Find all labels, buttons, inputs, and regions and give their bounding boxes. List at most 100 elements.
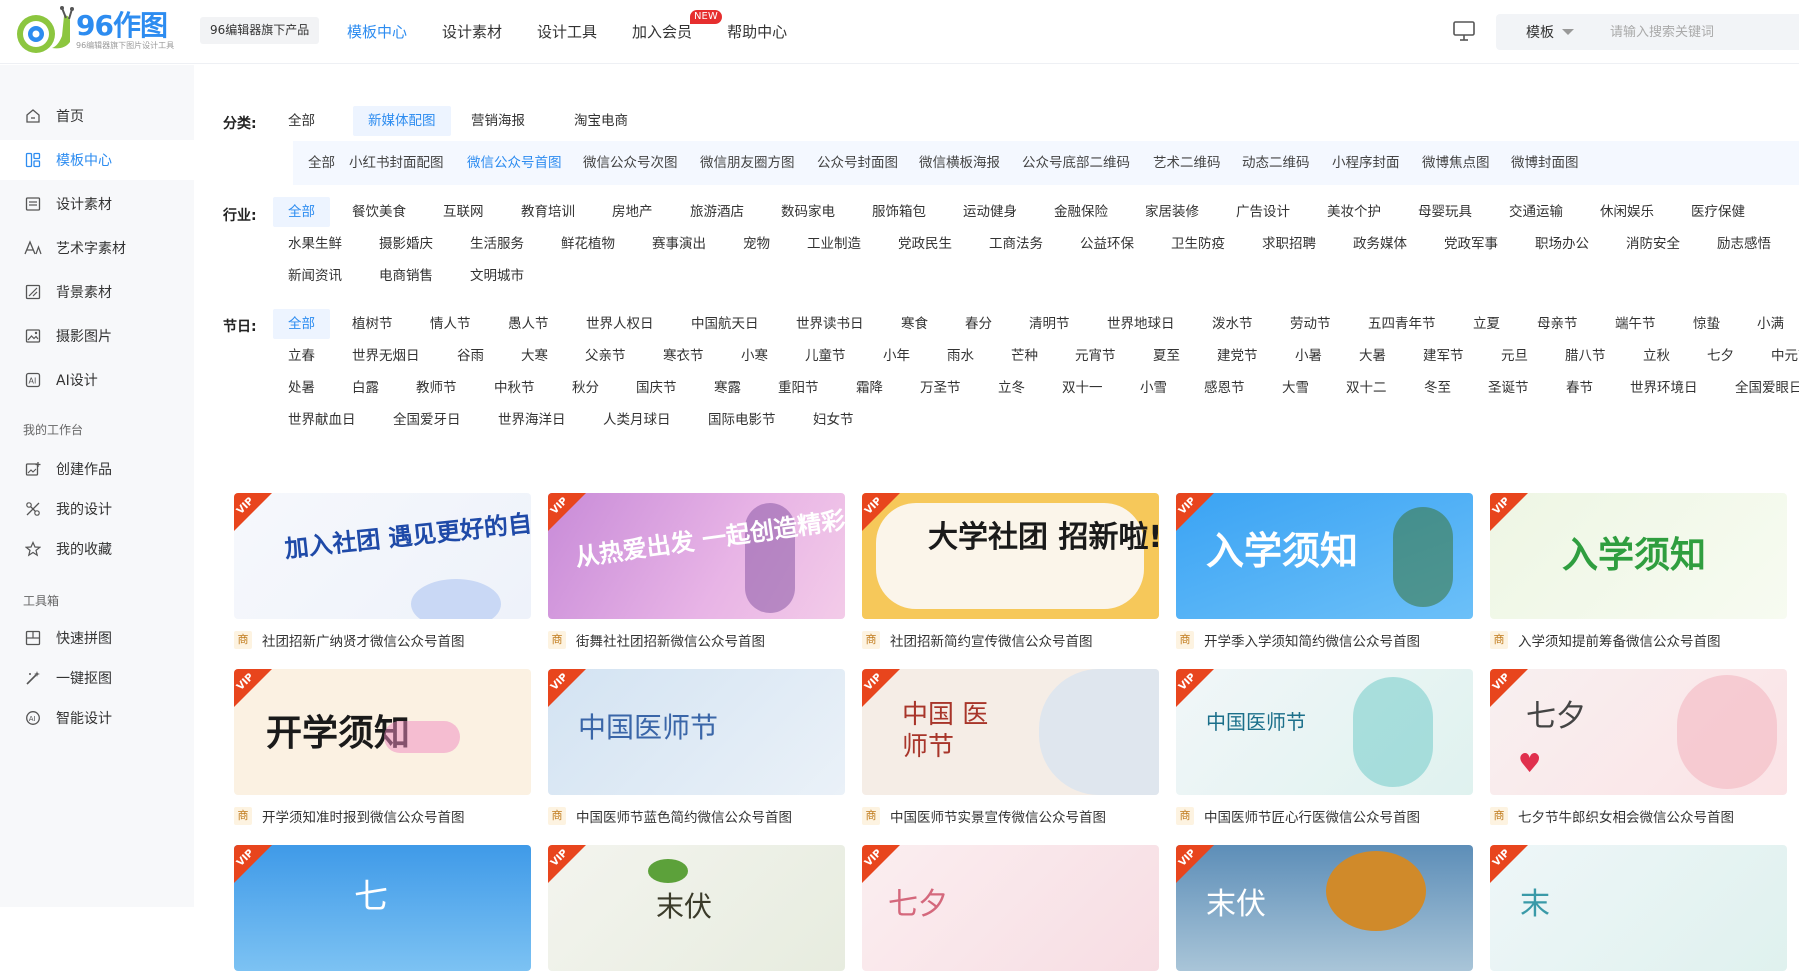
festival-chip[interactable]: 大寒 [506, 341, 563, 371]
festival-chip[interactable]: 霜降 [841, 373, 898, 403]
festival-chip[interactable]: 冬至 [1409, 373, 1466, 403]
template-thumbnail[interactable]: 加入社团 遇见更好的自己 VIP [234, 493, 531, 619]
festival-chip[interactable]: 处暑 [273, 373, 330, 403]
industry-chip[interactable]: 水果生鲜 [273, 229, 357, 259]
festival-chip[interactable]: 寒食 [886, 309, 943, 339]
template-thumbnail[interactable]: 末 VIP [1490, 845, 1787, 971]
industry-chip[interactable]: 电商销售 [364, 261, 448, 291]
sidebar-item-template-center[interactable]: 模板中心 [0, 140, 194, 180]
template-thumbnail[interactable]: 七夕 ♥ VIP [1490, 669, 1787, 795]
industry-chip[interactable]: 宠物 [728, 229, 785, 259]
festival-chip[interactable]: 五四青年节 [1353, 309, 1451, 339]
sidebar-item-smart-design[interactable]: AI 智能设计 [0, 698, 194, 738]
festival-chip[interactable]: 立冬 [983, 373, 1040, 403]
festival-chip[interactable]: 小寒 [726, 341, 783, 371]
industry-chip[interactable]: 教育培训 [506, 197, 590, 227]
festival-chip[interactable]: 春分 [950, 309, 1007, 339]
industry-chip[interactable]: 数码家电 [766, 197, 850, 227]
festival-chip[interactable]: 母亲节 [1522, 309, 1593, 339]
festival-chip[interactable]: 情人节 [415, 309, 486, 339]
sidebar-item-quick-collage[interactable]: 快速拼图 [0, 618, 194, 658]
subcategory-chip[interactable]: 艺术二维码 [1138, 141, 1236, 185]
festival-chip[interactable]: 中秋节 [479, 373, 550, 403]
festival-chip[interactable]: 愚人节 [493, 309, 564, 339]
industry-chip[interactable]: 消防安全 [1611, 229, 1695, 259]
industry-chip[interactable]: 房地产 [597, 197, 668, 227]
festival-chip[interactable]: 世界环境日 [1615, 373, 1713, 403]
industry-chip[interactable]: 文明城市 [455, 261, 539, 291]
industry-chip[interactable]: 服饰箱包 [857, 197, 941, 227]
industry-chip[interactable]: 医疗保健 [1676, 197, 1760, 227]
festival-chip[interactable]: 元旦 [1486, 341, 1543, 371]
industry-chip[interactable]: 政务媒体 [1338, 229, 1422, 259]
festival-chip[interactable]: 春节 [1551, 373, 1608, 403]
festival-chip[interactable]: 夏至 [1138, 341, 1195, 371]
template-title[interactable]: 开学季入学须知简约微信公众号首图 [1204, 630, 1420, 650]
festival-chip[interactable]: 父亲节 [570, 341, 641, 371]
sidebar-item-create-work[interactable]: 创建作品 [0, 449, 194, 489]
festival-chip[interactable]: 元宵节 [1060, 341, 1131, 371]
template-title[interactable]: 中国医师节蓝色简约微信公众号首图 [576, 806, 792, 826]
industry-chip[interactable]: 求职招聘 [1247, 229, 1331, 259]
sidebar-item-design-material[interactable]: 设计素材 [0, 184, 194, 224]
festival-chip[interactable]: 小满 [1742, 309, 1799, 339]
festival-chip[interactable]: 植树节 [337, 309, 408, 339]
industry-chip[interactable]: 励志感悟 [1702, 229, 1786, 259]
category-chip-new-media[interactable]: 新媒体配图 [353, 106, 451, 136]
sidebar-item-ai-design[interactable]: AI AI设计 [0, 360, 194, 400]
festival-chip[interactable]: 国际电影节 [693, 405, 791, 435]
industry-chip[interactable]: 党政军事 [1429, 229, 1513, 259]
industry-chip[interactable]: 卫生防疫 [1156, 229, 1240, 259]
template-thumbnail[interactable]: 大学社团 招新啦! VIP [862, 493, 1159, 619]
template-card[interactable]: 七 VIP [234, 845, 531, 971]
template-card[interactable]: 入学须知 VIP 商开学季入学须知简约微信公众号首图 [1176, 493, 1473, 651]
template-card[interactable]: 七夕 ♥ VIP 商七夕节牛郎织女相会微信公众号首图 [1490, 669, 1787, 827]
search-input[interactable] [1610, 24, 1790, 40]
sidebar-item-photo[interactable]: 摄影图片 [0, 316, 194, 356]
festival-chip[interactable]: 泼水节 [1197, 309, 1268, 339]
festival-chip[interactable]: 清明节 [1014, 309, 1085, 339]
industry-chip[interactable]: 党政民生 [883, 229, 967, 259]
festival-chip[interactable]: 全部 [273, 309, 330, 339]
search-type-select[interactable]: 模板 [1496, 22, 1586, 42]
template-card[interactable]: 大学社团 招新啦! VIP 商社团招新简约宣传微信公众号首图 [862, 493, 1159, 651]
nav-join-vip[interactable]: 加入会员 NEW [632, 0, 722, 64]
festival-chip[interactable]: 芒种 [996, 341, 1053, 371]
subcategory-chip-active[interactable]: 微信公众号首图 [452, 141, 577, 185]
industry-chip[interactable]: 职场办公 [1520, 229, 1604, 259]
template-card[interactable]: 从热爱出发 一起创造精彩 VIP 商街舞社社团招新微信公众号首图 [548, 493, 845, 651]
nav-template-center[interactable]: 模板中心 [347, 0, 407, 64]
template-title[interactable]: 入学须知提前筹备微信公众号首图 [1518, 630, 1721, 650]
industry-chip[interactable]: 母婴玩具 [1403, 197, 1487, 227]
festival-chip[interactable]: 白露 [337, 373, 394, 403]
festival-chip[interactable]: 建党节 [1202, 341, 1273, 371]
festival-chip[interactable]: 儿童节 [790, 341, 861, 371]
monitor-icon[interactable] [1452, 20, 1476, 42]
industry-chip[interactable]: 赛事演出 [637, 229, 721, 259]
template-thumbnail[interactable]: 中国医师节 VIP [1176, 669, 1473, 795]
template-title[interactable]: 中国医师节匠心行医微信公众号首图 [1204, 806, 1420, 826]
category-chip-marketing-poster[interactable]: 营销海报 [456, 106, 540, 136]
nav-design-material[interactable]: 设计素材 [442, 0, 502, 64]
festival-chip[interactable]: 世界海洋日 [483, 405, 581, 435]
sidebar-item-my-design[interactable]: 我的设计 [0, 489, 194, 529]
subcategory-chip[interactable]: 公众号底部二维码 [1007, 141, 1145, 185]
festival-chip[interactable]: 寒露 [699, 373, 756, 403]
festival-chip[interactable]: 端午节 [1600, 309, 1671, 339]
festival-chip[interactable]: 人类月球日 [588, 405, 686, 435]
festival-chip[interactable]: 重阳节 [763, 373, 834, 403]
festival-chip[interactable]: 国庆节 [621, 373, 692, 403]
template-thumbnail[interactable]: 入学须知 VIP [1490, 493, 1787, 619]
festival-chip[interactable]: 全国爱眼日 [1720, 373, 1799, 403]
template-card[interactable]: 开学须知 VIP 商开学须知准时报到微信公众号首图 [234, 669, 531, 827]
festival-chip[interactable]: 双十一 [1047, 373, 1118, 403]
subcategory-chip[interactable]: 微信横板海报 [904, 141, 1015, 185]
festival-chip[interactable]: 立春 [273, 341, 330, 371]
festival-chip[interactable]: 雨水 [932, 341, 989, 371]
festival-chip[interactable]: 小年 [868, 341, 925, 371]
industry-chip[interactable]: 工商法务 [974, 229, 1058, 259]
festival-chip[interactable]: 谷雨 [442, 341, 499, 371]
subcategory-chip[interactable]: 小程序封面 [1317, 141, 1415, 185]
industry-chip[interactable]: 新闻资讯 [273, 261, 357, 291]
festival-chip[interactable]: 双十二 [1331, 373, 1402, 403]
